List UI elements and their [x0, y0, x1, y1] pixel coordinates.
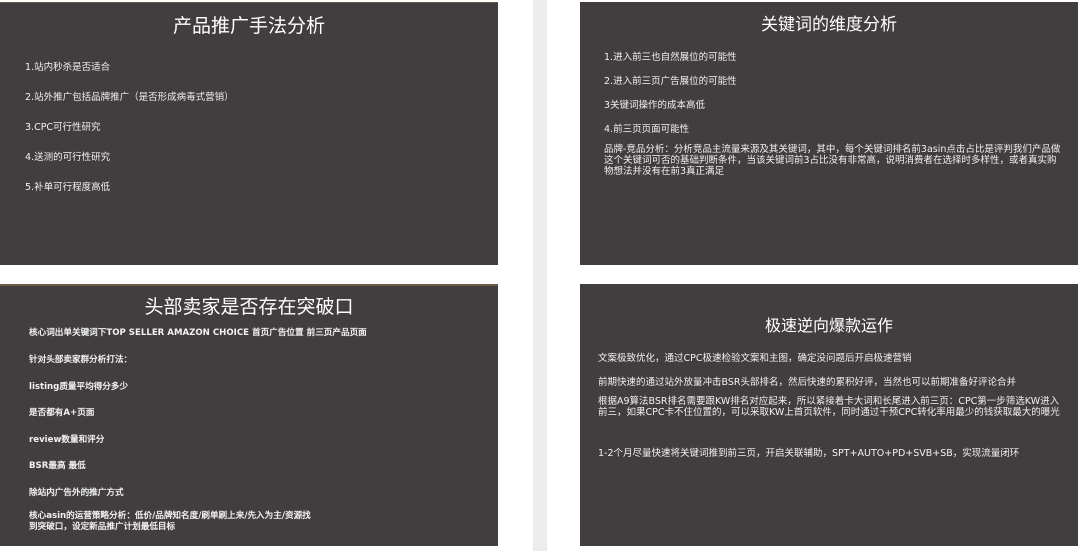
list-item: 4.前三页页面可能性: [604, 124, 690, 135]
slide-title: 极速逆向爆款运作: [764, 316, 893, 335]
list-item: 1.进入前三也自然展位的可能性: [604, 52, 737, 63]
list-item: 4.送测的可行性研究: [25, 152, 111, 163]
page-divider: [533, 0, 547, 551]
list-item: 3关键词操作的成本高低: [604, 100, 706, 111]
list-item: 核心词出单关键词下TOP SELLER AMAZON CHOICE 首页广告位置…: [29, 328, 367, 338]
list-item: 5.补单可行程度高低: [25, 182, 111, 193]
slide-title: 产品推广手法分析: [172, 15, 325, 37]
slide-title: 头部卖家是否存在突破口: [144, 296, 354, 318]
list-item: 除站内广告外的推广方式: [29, 488, 124, 498]
list-item: 是否都有A+页面: [29, 408, 95, 418]
slide-top-sellers: 头部卖家是否存在突破口 核心词出单关键词下TOP SELLER AMAZON C…: [0, 284, 498, 546]
slide-keyword-analysis: 关键词的维度分析 1.进入前三也自然展位的可能性 2.进入前三页广告展位的可能性…: [580, 2, 1078, 265]
a9-paragraph: 根据A9算法BSR排名需要跟KW排名对应起来，所以紧接着卡大词和长尾进入前三页：…: [598, 396, 1060, 418]
list-item: 1.站内秒杀是否适合: [25, 62, 111, 73]
slide-reverse-bestseller: 极速逆向爆款运作 文案极致优化，通过CPC极速检验文案和主图，确定没问题后开启极…: [580, 284, 1078, 546]
list-item: 2.站外推广包括品牌推广（是否形成病毒式营销）: [25, 92, 234, 103]
strategy-note: 核心asin的运营策略分析：低价/品牌知名度/刷单刷上来/先入为主/资源找到突破…: [29, 511, 311, 532]
slide-promotion-methods: 产品推广手法分析 1.站内秒杀是否适合 2.站外推广包括品牌推广（是否形成病毒式…: [0, 2, 498, 265]
list-item: BSR最高 最低: [29, 461, 86, 471]
list-item: 2.进入前三页广告展位的可能性: [604, 76, 737, 87]
list-item: 针对头部卖家群分析打法：: [29, 355, 133, 365]
slide-title: 关键词的维度分析: [761, 15, 897, 35]
list-item: review数量和评分: [29, 435, 105, 445]
list-item: listing质量平均得分多少: [29, 382, 129, 392]
list-item: 前期快速的通过站外放量冲击BSR头部排名，然后快速的累积好评，当然也可以前期准备…: [598, 377, 1016, 388]
list-item: 3.CPC可行性研究: [25, 122, 101, 133]
closing-paragraph: 1-2个月尽量快速将关键词推到前三页，开启关联辅助，SPT+AUTO+PD+SV…: [598, 448, 1020, 459]
analysis-paragraph: 品牌-竞品分析：分析竞品主流量来源及其关键词，其中，每个关键词排名前3asin点…: [604, 144, 1061, 177]
list-item: 文案极致优化，通过CPC极速检验文案和主图，确定没问题后开启极速营销: [598, 353, 912, 364]
